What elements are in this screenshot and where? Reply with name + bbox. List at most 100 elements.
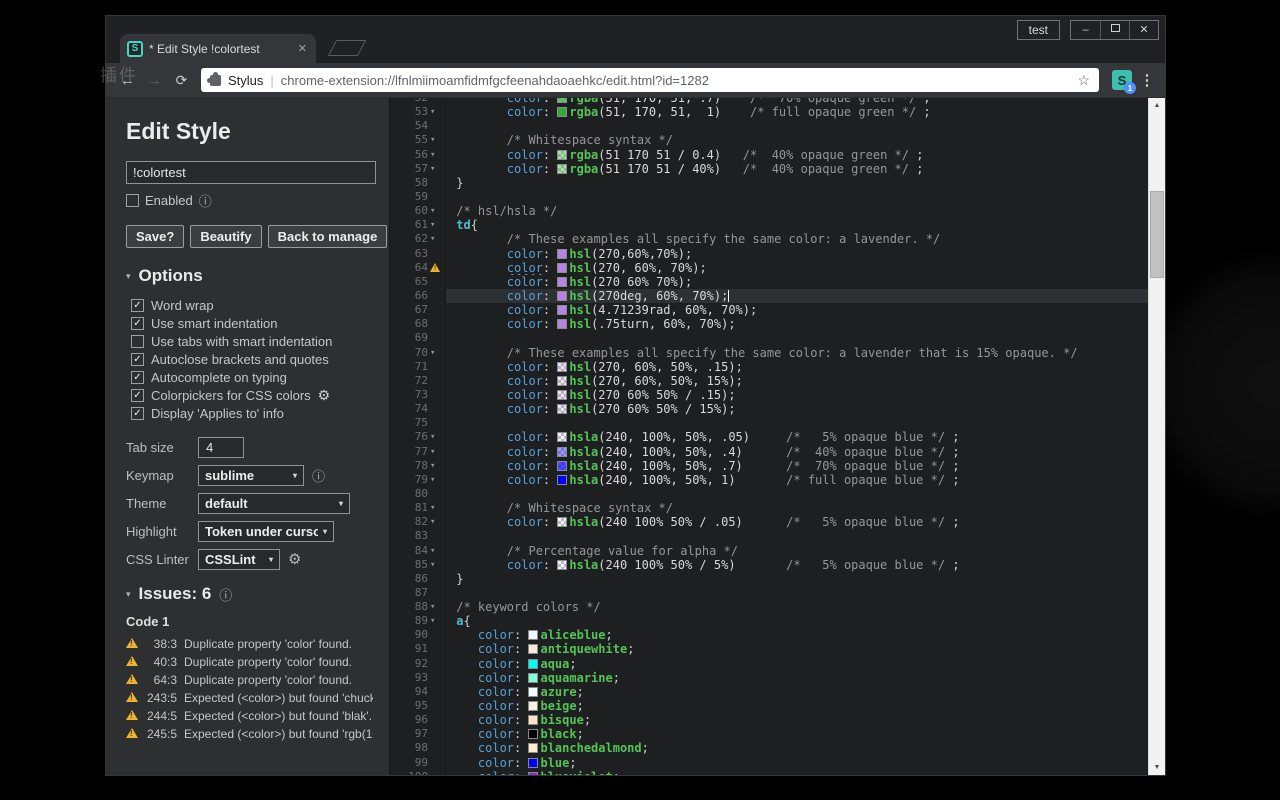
code-line[interactable]: 93 color: aquamarine; xyxy=(390,671,1148,685)
code-line[interactable]: 76▾ color: hsla(240, 100%, 50%, .05) /* … xyxy=(390,430,1148,444)
issue-item[interactable]: 245:5Expected (<color>) but found 'rgb(1… xyxy=(126,725,373,743)
color-swatch[interactable] xyxy=(557,107,567,117)
code-line[interactable]: 60▾ /* hsl/hsla */ xyxy=(390,204,1148,218)
code-line[interactable]: 83 xyxy=(390,529,1148,543)
code-line[interactable]: 87 xyxy=(390,586,1148,600)
code-line[interactable]: 98 color: blanchedalmond; xyxy=(390,741,1148,755)
stylus-extension-icon[interactable]: S 1 xyxy=(1112,70,1132,90)
option-checkbox[interactable] xyxy=(131,299,144,312)
color-swatch[interactable] xyxy=(557,319,567,329)
code-line[interactable]: 95 color: beige; xyxy=(390,699,1148,713)
code-line[interactable]: 82▾ color: hsla(240 100% 50% / .05) /* 5… xyxy=(390,515,1148,529)
code-line[interactable]: 71 color: hsl(270, 60%, 50%, .15); xyxy=(390,360,1148,374)
code-line[interactable]: 88▾ /* keyword colors */ xyxy=(390,600,1148,614)
minimize-button[interactable]: – xyxy=(1071,21,1100,39)
color-swatch[interactable] xyxy=(557,447,567,457)
option-checkbox[interactable] xyxy=(131,317,144,330)
color-swatch[interactable] xyxy=(528,772,538,775)
theme-select[interactable]: default▾ xyxy=(198,493,350,514)
color-swatch[interactable] xyxy=(557,277,567,287)
code-line[interactable]: 67 color: hsl(4.71239rad, 60%, 70%); xyxy=(390,303,1148,317)
code-line[interactable]: 56▾ color: rgba(51 170 51 / 0.4) /* 40% … xyxy=(390,148,1148,162)
gear-icon[interactable]: ⚙ xyxy=(318,387,331,404)
option-checkbox[interactable] xyxy=(131,407,144,420)
gear-icon[interactable]: ⚙ xyxy=(288,550,301,568)
code-line[interactable]: 96 color: bisque; xyxy=(390,713,1148,727)
url-bar[interactable]: Stylus | chrome-extension://lfnlmiimoamf… xyxy=(201,68,1099,92)
code-line[interactable]: 78▾ color: hsla(240, 100%, 50%, .7) /* 7… xyxy=(390,459,1148,473)
code-line[interactable]: 99 color: blue; xyxy=(390,756,1148,770)
css-linter-select[interactable]: CSSLint▾ xyxy=(198,549,280,570)
enabled-checkbox[interactable] xyxy=(126,194,139,207)
save-button[interactable]: Save? xyxy=(126,225,184,248)
code-line[interactable]: 58 } xyxy=(390,176,1148,190)
color-swatch[interactable] xyxy=(528,630,538,640)
profile-button[interactable]: test xyxy=(1017,20,1060,40)
code-line[interactable]: 74 color: hsl(270 60% 50% / 15%); xyxy=(390,402,1148,416)
issue-item[interactable]: 64:3Duplicate property 'color' found. xyxy=(126,671,373,689)
code-line[interactable]: 94 color: azure; xyxy=(390,685,1148,699)
code-line[interactable]: 57▾ color: rgba(51 170 51 / 40%) /* 40% … xyxy=(390,162,1148,176)
option-checkbox[interactable] xyxy=(131,353,144,366)
bookmark-star-icon[interactable]: ☆ xyxy=(1077,72,1090,89)
color-swatch[interactable] xyxy=(557,362,567,372)
code-line[interactable]: 63 color: hsl(270,60%,70%); xyxy=(390,247,1148,261)
scroll-down-icon[interactable]: ▼ xyxy=(1149,760,1165,775)
code-line[interactable]: 54 xyxy=(390,119,1148,133)
color-swatch[interactable] xyxy=(557,390,567,400)
color-swatch[interactable] xyxy=(528,758,538,768)
code-line[interactable]: 73 color: hsl(270 60% 50% / .15); xyxy=(390,388,1148,402)
color-swatch[interactable] xyxy=(557,404,567,414)
code-editor[interactable]: 52 color: rgba(51, 170, 51, .7) /* 70% o… xyxy=(390,98,1148,775)
code-line[interactable]: 70▾ /* These examples all specify the sa… xyxy=(390,346,1148,360)
code-line[interactable]: 55▾ /* Whitespace syntax */ xyxy=(390,133,1148,147)
reload-button[interactable]: ⟳ xyxy=(169,72,194,89)
color-swatch[interactable] xyxy=(557,475,567,485)
browser-menu-icon[interactable]: ⋮ xyxy=(1138,71,1156,89)
color-swatch[interactable] xyxy=(557,305,567,315)
code-line[interactable]: 91 color: antiquewhite; xyxy=(390,642,1148,656)
color-swatch[interactable] xyxy=(528,701,538,711)
color-swatch[interactable] xyxy=(528,729,538,739)
tab-close-icon[interactable]: ✕ xyxy=(296,42,309,55)
code-line[interactable]: 69 xyxy=(390,331,1148,345)
option-checkbox[interactable] xyxy=(131,389,144,402)
color-swatch[interactable] xyxy=(528,743,538,753)
editor-scrollbar[interactable]: ▲ ▼ xyxy=(1148,98,1165,775)
code-line[interactable]: 86 } xyxy=(390,572,1148,586)
code-line[interactable]: 89▾ a{ xyxy=(390,614,1148,628)
beautify-button[interactable]: Beautify xyxy=(190,225,261,248)
info-icon[interactable]: ⓘ xyxy=(312,466,325,485)
code-line[interactable]: 62▾ /* These examples all specify the sa… xyxy=(390,232,1148,246)
option-checkbox[interactable] xyxy=(131,335,144,348)
code-line[interactable]: 84▾ /* Percentage value for alpha */ xyxy=(390,544,1148,558)
browser-tab[interactable]: S * Edit Style !colortest ✕ xyxy=(120,34,316,63)
scrollbar-thumb[interactable] xyxy=(1150,191,1164,278)
color-swatch[interactable] xyxy=(557,560,567,570)
color-swatch[interactable] xyxy=(528,659,538,669)
code-line[interactable]: 81▾ /* Whitespace syntax */ xyxy=(390,501,1148,515)
code-line[interactable]: 52 color: rgba(51, 170, 51, .7) /* 70% o… xyxy=(390,98,1148,105)
issue-item[interactable]: 243:5Expected (<color>) but found 'chuck… xyxy=(126,689,373,707)
issue-item[interactable]: 244:5Expected (<color>) but found 'blak'… xyxy=(126,707,373,725)
color-swatch[interactable] xyxy=(528,673,538,683)
issue-item[interactable]: 38:3Duplicate property 'color' found. xyxy=(126,635,373,653)
color-swatch[interactable] xyxy=(557,263,567,273)
issues-header[interactable]: ▾ Issues: 6 ⓘ xyxy=(126,584,373,604)
highlight-select[interactable]: Token under cursor▾ xyxy=(198,521,334,542)
code-line[interactable]: 61▾ td{ xyxy=(390,218,1148,232)
code-line[interactable]: 92 color: aqua; xyxy=(390,657,1148,671)
info-icon[interactable]: ⓘ xyxy=(199,191,212,210)
code-line[interactable]: 72 color: hsl(270, 60%, 50%, 15%); xyxy=(390,374,1148,388)
code-line[interactable]: 64 color: hsl(270, 60%, 70%); xyxy=(390,261,1148,275)
style-name-input[interactable] xyxy=(126,161,376,184)
code-line[interactable]: 77▾ color: hsla(240, 100%, 50%, .4) /* 4… xyxy=(390,445,1148,459)
color-swatch[interactable] xyxy=(557,291,567,301)
color-swatch[interactable] xyxy=(528,644,538,654)
tab-size-input[interactable]: 4 xyxy=(198,437,244,458)
code-line[interactable]: 53▾ color: rgba(51, 170, 51, 1) /* full … xyxy=(390,105,1148,119)
color-swatch[interactable] xyxy=(557,249,567,259)
info-icon[interactable]: ⓘ xyxy=(219,585,232,604)
code-line[interactable]: 59 xyxy=(390,190,1148,204)
options-header[interactable]: ▾ Options xyxy=(126,266,373,286)
